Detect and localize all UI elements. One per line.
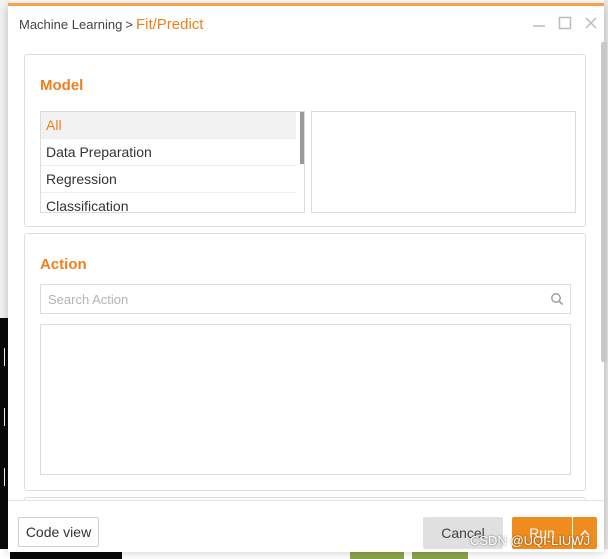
breadcrumb-current: Fit/Predict [135,16,204,33]
model-category-list[interactable]: All Data Preparation Regression Classifi… [40,111,305,213]
model-section: Model All Data Preparation Regression Cl… [24,54,586,227]
model-item-regression[interactable]: Regression [41,166,296,193]
action-search-box [40,284,571,314]
window-controls [530,14,600,32]
action-section: Action [24,233,586,491]
breadcrumb-parent[interactable]: Machine Learning [19,17,122,32]
dialog-titlebar: Machine Learning > Fit/Predict [8,6,604,42]
model-item-all[interactable]: All [41,112,296,139]
breadcrumb: Machine Learning > Fit/Predict [19,16,203,33]
dialog-content: Model All Data Preparation Regression Cl… [8,42,604,500]
model-item-classification[interactable]: Classification [41,193,296,212]
dialog-scrollbar[interactable] [601,42,607,362]
action-search-input[interactable] [41,285,531,313]
fit-predict-dialog: Machine Learning > Fit/Predict Model All D… [8,3,607,552]
minimize-icon[interactable] [530,14,548,32]
model-detail-list[interactable] [311,111,576,213]
code-view-button[interactable]: Code view [18,517,99,547]
search-icon[interactable] [550,292,564,306]
action-section-title: Action [40,256,87,273]
background-tick [4,408,5,426]
model-item-data-preparation[interactable]: Data Preparation [41,139,296,166]
model-section-title: Model [40,77,84,94]
background-tick [4,468,5,486]
close-icon[interactable] [582,14,600,32]
action-list[interactable] [40,324,571,475]
watermark-text: CSDN @UQI-LIUWJ [470,533,591,548]
maximize-icon[interactable] [556,14,574,32]
model-list-scrollbar[interactable] [300,112,304,164]
background-tick [4,348,5,366]
breadcrumb-separator: > [125,17,133,32]
